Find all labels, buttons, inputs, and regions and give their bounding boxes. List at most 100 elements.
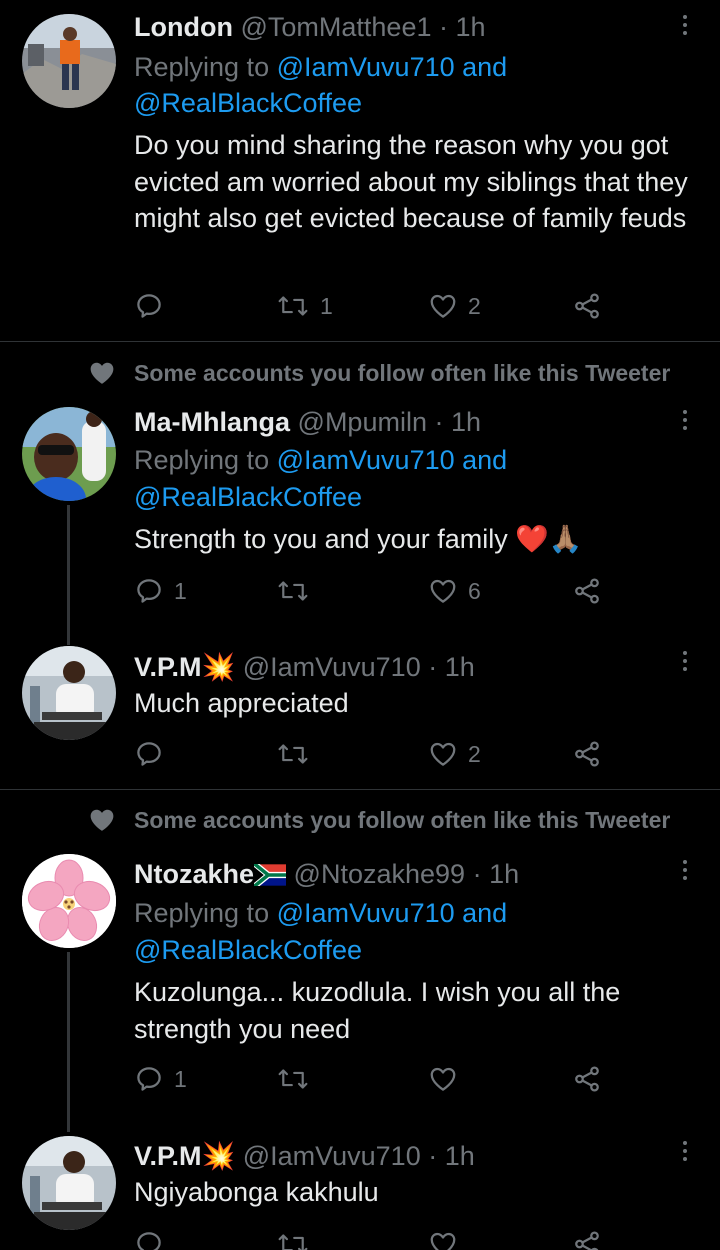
user-handle[interactable]: @IamVuvu710: [243, 1141, 421, 1171]
share-icon: [575, 741, 599, 767]
reply-button[interactable]: 1: [134, 1059, 187, 1099]
south-africa-flag-icon: [254, 864, 287, 886]
retweet-count: 1: [320, 292, 333, 319]
separator-dot: ·: [434, 407, 444, 437]
display-name[interactable]: Ntozakhe: [134, 859, 254, 889]
user-handle[interactable]: @TomMatthee1: [240, 12, 431, 42]
tweet-text: Ngiyabonga kakhulu: [134, 1177, 379, 1207]
like-button[interactable]: 2: [428, 734, 481, 774]
mention-link[interactable]: @IamVuvu710 and: [277, 445, 508, 475]
social-context: Some accounts you follow often like this…: [0, 800, 720, 840]
display-name[interactable]: Ma-Mhlanga: [134, 407, 290, 437]
heart-icon: [90, 362, 114, 384]
user-handle[interactable]: @IamVuvu710: [243, 652, 421, 682]
share-button[interactable]: [572, 734, 602, 774]
mention-link[interactable]: @IamVuvu710 and: [277, 898, 508, 928]
retweet-button[interactable]: 1: [276, 286, 333, 326]
tweet[interactable]: London @TomMatthee1 · 1h Replying to @Ia…: [0, 0, 720, 340]
like-count: 2: [468, 292, 481, 319]
tweet-actions: [134, 1224, 614, 1250]
tweet[interactable]: V.P.M💥 @IamVuvu710 · 1h Much appreciated…: [0, 640, 720, 785]
divider: [0, 789, 720, 790]
reply-icon: [137, 294, 161, 318]
reply-icon: [137, 1067, 161, 1091]
emoji: ❤️🙏🏽: [515, 524, 583, 554]
reply-icon: [137, 1232, 161, 1250]
user-handle[interactable]: @Mpumiln: [298, 407, 427, 437]
tweet-actions: 1 6: [134, 571, 614, 611]
tweet-text: Do you mind sharing the reason why you g…: [134, 130, 688, 233]
like-button[interactable]: 6: [428, 571, 481, 611]
replying-to-label: Replying to: [134, 52, 270, 82]
reply-button[interactable]: 1: [134, 571, 187, 611]
social-context-text: Some accounts you follow often like this…: [134, 807, 671, 833]
like-count: 2: [468, 740, 481, 767]
tweet[interactable]: Ntozakhe @Ntozakhe99 · 1h Replying to @I…: [0, 845, 720, 1132]
retweet-button[interactable]: [276, 734, 320, 774]
avatar[interactable]: [22, 646, 116, 740]
separator-dot: ·: [428, 652, 438, 682]
tweet-text: Kuzolunga... kuzodlula. I wish you all t…: [134, 977, 621, 1044]
share-button[interactable]: [572, 1059, 602, 1099]
avatar[interactable]: [22, 1136, 116, 1230]
replying-to-label: Replying to: [134, 445, 270, 475]
avatar[interactable]: [22, 854, 116, 948]
separator-dot: ·: [439, 12, 448, 42]
heart-icon: [430, 579, 456, 603]
timestamp[interactable]: 1h: [445, 1141, 475, 1171]
mention-link[interactable]: @RealBlackCoffee: [134, 482, 362, 512]
tweet-actions: 1: [134, 1059, 614, 1099]
retweet-button[interactable]: [276, 1059, 320, 1099]
share-button[interactable]: [572, 571, 602, 611]
emoji: 💥: [201, 652, 236, 682]
more-icon[interactable]: [675, 646, 695, 676]
share-button[interactable]: [572, 1224, 602, 1250]
reply-button[interactable]: [134, 1224, 174, 1250]
display-name[interactable]: V.P.M: [134, 652, 202, 682]
like-button[interactable]: 2: [428, 286, 481, 326]
more-icon[interactable]: [675, 10, 695, 40]
replying-to-label: Replying to: [134, 898, 270, 928]
mention-link[interactable]: @RealBlackCoffee: [134, 935, 362, 965]
more-icon[interactable]: [675, 855, 695, 885]
like-button[interactable]: [428, 1224, 468, 1250]
retweet-button[interactable]: [276, 1224, 320, 1250]
heart-icon: [430, 1232, 456, 1250]
retweet-icon: [278, 1234, 308, 1250]
timestamp[interactable]: 1h: [456, 12, 486, 42]
retweet-button[interactable]: [276, 571, 320, 611]
reply-button[interactable]: [134, 734, 174, 774]
tweet-actions: 2: [134, 734, 614, 774]
mention-link[interactable]: @RealBlackCoffee: [134, 88, 362, 118]
tweet[interactable]: Ma-Mhlanga @Mpumiln · 1h Replying to @Ia…: [0, 395, 720, 645]
like-count: 6: [468, 577, 481, 604]
avatar[interactable]: [22, 407, 116, 501]
retweet-icon: [278, 744, 308, 764]
tweet-actions: 1 2: [134, 286, 614, 326]
social-context-text: Some accounts you follow often like this…: [134, 360, 671, 386]
user-handle[interactable]: @Ntozakhe99: [294, 859, 466, 889]
reply-button[interactable]: [134, 286, 174, 326]
reply-icon: [137, 579, 161, 603]
avatar[interactable]: [22, 14, 116, 108]
separator-dot: ·: [428, 1141, 438, 1171]
share-icon: [575, 1231, 599, 1250]
share-icon: [575, 293, 599, 319]
timestamp[interactable]: 1h: [451, 407, 481, 437]
display-name[interactable]: V.P.M: [134, 1141, 202, 1171]
timestamp[interactable]: 1h: [489, 859, 519, 889]
more-icon[interactable]: [675, 1136, 695, 1166]
display-name[interactable]: London: [134, 12, 233, 42]
more-icon[interactable]: [675, 405, 695, 435]
mention-link[interactable]: @IamVuvu710 and: [277, 52, 508, 82]
heart-icon: [430, 742, 456, 766]
tweet-text: Strength to you and your family: [134, 524, 508, 554]
timestamp[interactable]: 1h: [445, 652, 475, 682]
share-button[interactable]: [572, 286, 602, 326]
like-button[interactable]: [428, 1059, 468, 1099]
heart-icon: [430, 294, 456, 318]
reply-count: 1: [174, 577, 187, 604]
reply-count: 1: [174, 1065, 187, 1092]
tweet[interactable]: V.P.M💥 @IamVuvu710 · 1h Ngiyabonga kakhu…: [0, 1130, 720, 1250]
share-icon: [575, 1066, 599, 1092]
